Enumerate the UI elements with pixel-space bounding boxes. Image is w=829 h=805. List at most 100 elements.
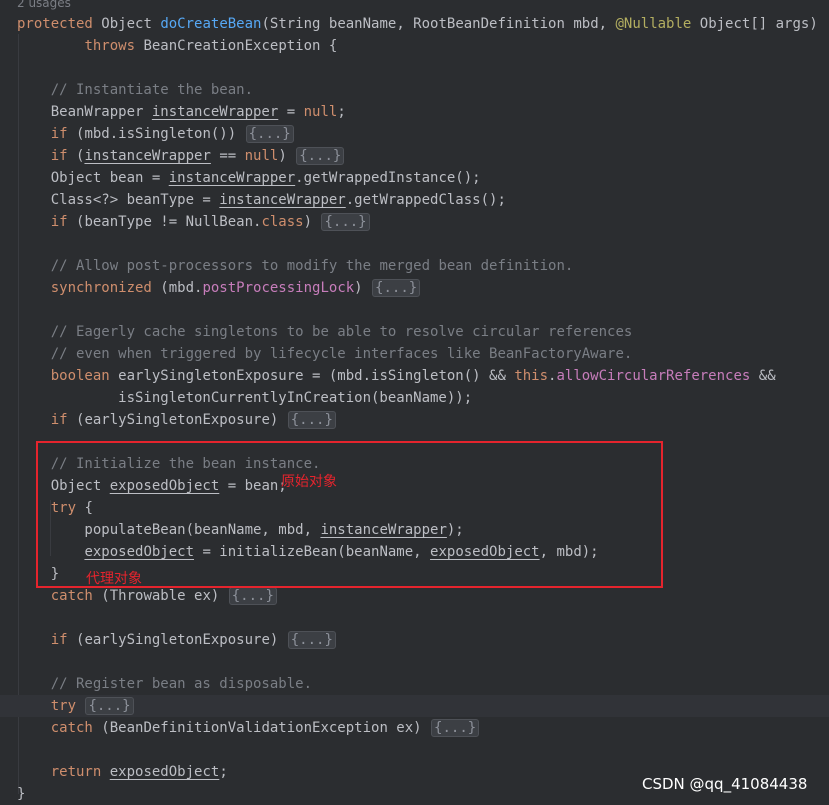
code-token: if [50,214,77,230]
code-token: Object bean = [17,170,169,186]
folded-block[interactable]: {...} [296,147,345,165]
folded-block[interactable]: {...} [321,213,370,231]
code-token: return [50,764,110,780]
code-token: class [261,214,304,230]
code-token: protected [17,16,102,32]
code-line[interactable]: synchronized (mbd.postProcessingLock) {.… [17,277,421,299]
code-token: catch [50,720,102,736]
code-token: if [50,148,77,164]
code-token: isSingletonCurrentlyInCreation(beanName)… [17,390,473,406]
code-token: catch [50,588,102,604]
code-token: Class<?> beanType = [17,192,220,208]
variable-token[interactable]: instanceWrapper [84,148,210,164]
code-line[interactable]: protected Object doCreateBean(String bea… [17,13,818,35]
code-token: allowCircularReferences [556,368,751,384]
code-line[interactable]: boolean earlySingletonExposure = (mbd.is… [17,365,776,387]
code-token: (beanType != NullBean. [76,214,262,230]
code-token: } [17,786,26,802]
variable-token[interactable]: exposedObject [110,764,220,780]
variable-token[interactable]: instanceWrapper [169,170,295,186]
code-token: null [303,104,338,120]
code-line[interactable]: // Eagerly cache singletons to be able t… [17,321,633,343]
code-token: boolean [50,368,119,384]
variable-token[interactable]: instanceWrapper [152,104,278,120]
code-token: if [50,412,77,428]
code-line[interactable]: // even when triggered by lifecycle inte… [17,343,633,365]
code-line[interactable]: if (beanType != NullBean.class) {...} [17,211,370,233]
folded-block[interactable]: {...} [431,719,480,737]
code-line[interactable]: catch (Throwable ex) {...} [17,585,277,607]
code-token: (BeanDefinitionValidationException ex) [101,720,431,736]
code-token: // Eagerly cache singletons to be able t… [50,324,633,340]
code-line[interactable]: if (earlySingletonExposure) {...} [17,409,336,431]
code-token: earlySingletonExposure = (mbd.isSingleto… [118,368,515,384]
code-token: (earlySingletonExposure) [76,632,287,648]
folded-block[interactable]: {...} [245,125,294,143]
code-line[interactable]: catch (BeanDefinitionValidationException… [17,717,480,739]
code-token: // Allow post-processors to modify the m… [50,258,574,274]
code-token: (earlySingletonExposure) [76,412,287,428]
variable-token[interactable]: instanceWrapper [219,192,345,208]
code-line[interactable]: // Register bean as disposable. [17,673,312,695]
folded-block[interactable]: {...} [372,279,421,297]
folded-block[interactable]: {...} [228,587,277,605]
code-token: ; [337,104,346,120]
code-token: // Register bean as disposable. [50,676,313,692]
code-token: (String beanName, RootBeanDefinition mbd… [261,16,616,32]
code-token: ; [219,764,228,780]
code-line[interactable]: if (instanceWrapper == null) {...} [17,145,345,167]
code-editor[interactable]: 2 usages protected Object doCreateBean(S… [0,0,829,803]
annotation-original-object: 原始对象 [281,474,337,490]
code-token: (Throwable ex) [101,588,228,604]
code-line[interactable]: return exposedObject; [17,761,228,783]
code-line[interactable]: Object bean = instanceWrapper.getWrapped… [17,167,481,189]
code-line[interactable]: try {...} [17,695,134,717]
code-token: @Nullable [615,16,692,32]
code-token: (mbd. [160,280,203,296]
usages-hint[interactable]: 2 usages [17,0,71,11]
code-token: Object [101,16,161,32]
code-token: postProcessingLock [202,280,355,296]
code-line[interactable]: if (earlySingletonExposure) {...} [17,629,336,651]
code-token: if [50,632,77,648]
code-token: BeanCreationException { [143,38,338,54]
folded-block[interactable]: {...} [287,631,336,649]
code-token: // even when triggered by lifecycle inte… [50,346,633,362]
code-line[interactable]: Class<?> beanType = instanceWrapper.getW… [17,189,506,211]
code-token: Object[] args) [691,16,818,32]
code-token: && [750,368,776,384]
code-token: null [244,148,279,164]
code-token: doCreateBean [160,16,262,32]
folded-block[interactable]: {...} [287,411,336,429]
code-token: = [278,104,304,120]
code-line[interactable]: // Instantiate the bean. [17,79,253,101]
folded-block[interactable]: {...} [85,697,134,715]
code-line[interactable]: throws BeanCreationException { [17,35,337,57]
code-token: throws [84,38,144,54]
code-token: try [50,698,85,714]
annotation-proxy-object: 代理对象 [86,571,142,587]
code-line[interactable]: isSingletonCurrentlyInCreation(beanName)… [17,387,472,409]
code-token: ) [354,280,372,296]
code-line[interactable]: // Allow post-processors to modify the m… [17,255,574,277]
code-line[interactable]: } [17,783,25,805]
code-token: ) [278,148,296,164]
code-line[interactable]: if (mbd.isSingleton()) {...} [17,123,294,145]
code-line[interactable]: BeanWrapper instanceWrapper = null; [17,101,346,123]
code-token: // Instantiate the bean. [50,82,254,98]
